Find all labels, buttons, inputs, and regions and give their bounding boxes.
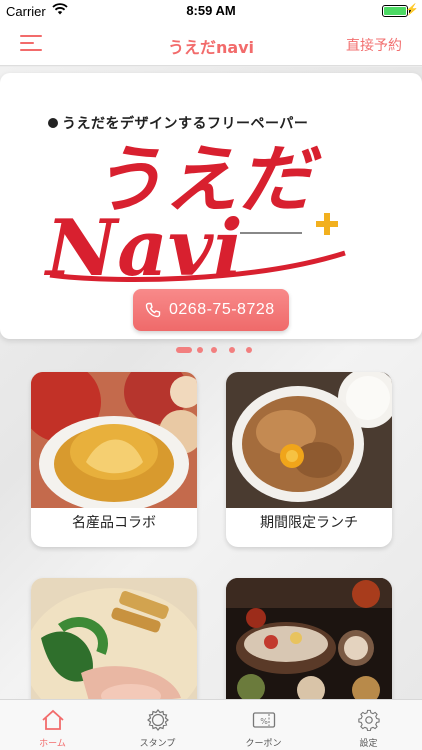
tagline-text: うえだをデザインするフリーペーパー	[62, 116, 309, 132]
home-content[interactable]: うえだをデザインするフリーペーパー うえだ Navi 0268-75-8728	[0, 67, 422, 699]
tab-settings[interactable]: 設定	[316, 700, 421, 750]
page-dot[interactable]	[246, 347, 252, 353]
battery-icon	[382, 5, 408, 17]
stamp-icon	[147, 709, 169, 731]
logo-text-navi: Navi	[43, 203, 243, 283]
ramen-photo	[31, 578, 197, 699]
status-bar: Carrier 8:59 AM ⚡	[0, 0, 422, 22]
charging-bolt-icon: ⚡	[405, 4, 419, 16]
category-card-local-collab[interactable]: 名産品コラボ	[31, 372, 197, 547]
tab-label: ホーム	[39, 739, 66, 749]
page-dot[interactable]	[211, 347, 217, 353]
direct-reservation-button[interactable]: 直接予約	[346, 35, 402, 55]
navigation-bar: うえだnavi 直接予約	[0, 22, 422, 66]
card-label: 名産品コラボ	[72, 515, 156, 531]
phone-number: 0268-75-8728	[169, 301, 275, 318]
bullet-dot	[48, 118, 58, 128]
svg-text:%: %	[260, 717, 268, 726]
page-dot[interactable]	[229, 347, 235, 353]
tab-bar: ホーム スタンプ % クーポン 設定	[0, 699, 422, 750]
tab-stamp[interactable]: スタンプ	[105, 700, 210, 750]
uedanavi-logo: うえだ Navi	[43, 137, 346, 283]
gear-icon	[358, 709, 380, 731]
tab-label: スタンプ	[139, 739, 176, 749]
page-dot-active[interactable]	[176, 347, 192, 353]
coupon-icon: %	[252, 712, 276, 728]
tab-label: 設定	[359, 739, 378, 749]
call-phone-button[interactable]: 0268-75-8728	[133, 289, 289, 331]
phone-icon	[145, 302, 161, 318]
home-icon	[42, 709, 64, 730]
tab-coupon[interactable]: % クーポン	[211, 700, 316, 750]
limited-lunch-photo	[226, 372, 392, 508]
local-product-photo	[31, 372, 197, 508]
page-dot[interactable]	[197, 347, 203, 353]
banner-tagline: うえだをデザインするフリーペーパー	[48, 113, 308, 133]
banquet-photo	[226, 578, 392, 699]
card-label: 期間限定ランチ	[260, 515, 358, 531]
logo-plus-mark	[316, 213, 338, 235]
clock: 8:59 AM	[186, 3, 236, 18]
tab-home[interactable]: ホーム	[0, 700, 105, 750]
tab-label: クーポン	[245, 739, 282, 749]
battery-fill	[384, 7, 406, 15]
banner-slide[interactable]: うえだをデザインするフリーペーパー うえだ Navi 0268-75-8728	[0, 73, 422, 339]
category-card-4[interactable]	[226, 578, 392, 699]
category-card-limited-lunch[interactable]: 期間限定ランチ	[226, 372, 392, 547]
category-card-3[interactable]	[31, 578, 197, 699]
